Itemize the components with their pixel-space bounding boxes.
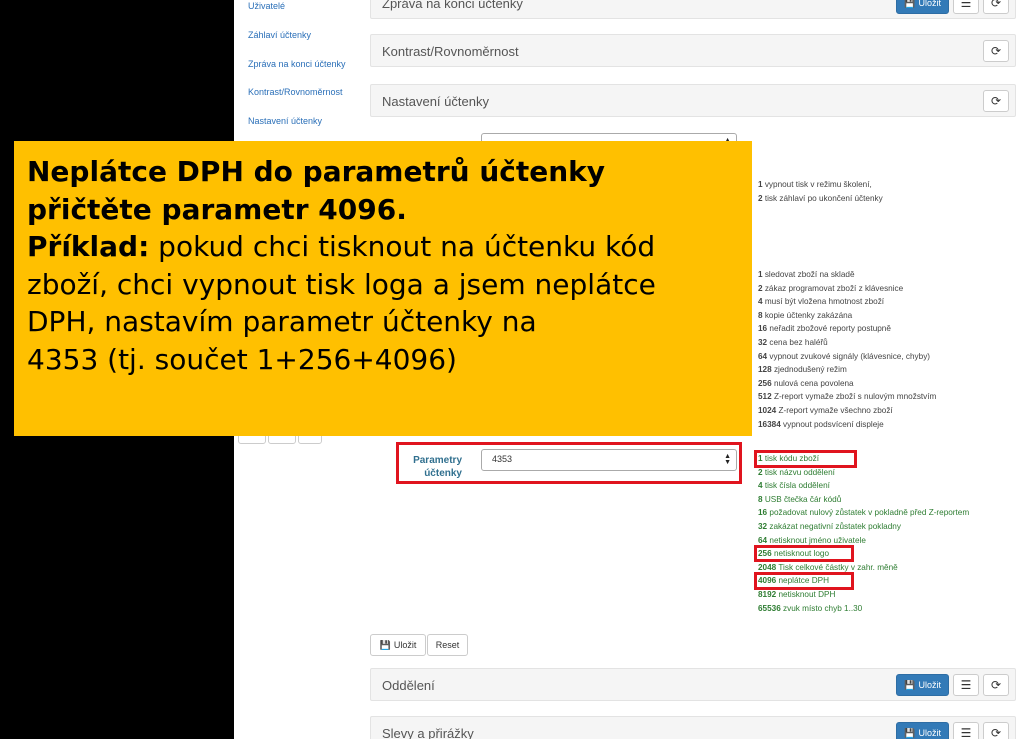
form-save-button[interactable]: 💾 Uložit	[370, 634, 426, 656]
help-item: 256 nulová cena povolena	[758, 378, 854, 388]
option-item: 16 požadovat nulový zůstatek v pokladně …	[758, 508, 970, 518]
list-button[interactable]: ☰	[953, 674, 979, 696]
refresh-button[interactable]: ⟳	[983, 722, 1009, 739]
panel-title: Oddělení	[382, 678, 435, 693]
help-item: 128 zjednodušený režim	[758, 365, 847, 375]
help-item: 1024 Z-report vymaže všechno zboží	[758, 405, 893, 415]
refresh-button[interactable]: ⟳	[983, 40, 1009, 62]
refresh-icon: ⟳	[990, 678, 1002, 692]
floppy-disk-icon: 💾	[904, 679, 916, 690]
panel-title: Nastavení účtenky	[382, 94, 489, 109]
list-button[interactable]: ☰	[953, 722, 979, 739]
save-button[interactable]: 💾 Uložit	[896, 674, 949, 696]
callout-line: DPH, nastavím parametr účtenky na	[27, 305, 537, 338]
sidebar-item-zprava[interactable]: Zpráva na konci účtenky	[248, 59, 346, 69]
floppy-disk-icon: 💾	[904, 727, 916, 738]
option-item: 2 tisk názvu oddělení	[758, 467, 835, 477]
option-item: 256 netisknout logo	[758, 549, 830, 559]
save-button[interactable]: 💾 Uložit	[896, 722, 949, 739]
refresh-icon: ⟳	[990, 94, 1002, 108]
option-item: 4 tisk čísla oddělení	[758, 481, 830, 491]
floppy-disk-icon: 💾	[379, 639, 391, 650]
sidebar-item-kontrast[interactable]: Kontrast/Rovnoměrnost	[248, 87, 343, 97]
sidebar-item-zahlavi[interactable]: Záhlaví účtenky	[248, 30, 311, 40]
help-item: 2 tisk záhlaví po ukončení účtenky	[758, 193, 883, 203]
option-item: 32 zakázat negativní zůstatek pokladny	[758, 521, 901, 531]
option-item: 8192 netisknout DPH	[758, 589, 836, 599]
help-item: 4 musí být vložena hmotnost zboží	[758, 297, 885, 307]
help-list-goods: 1 sledovat zboží na skladě 2 zákaz progr…	[758, 268, 936, 431]
panel-title: Zpráva na konci účtenky	[382, 0, 523, 11]
refresh-button[interactable]: ⟳	[983, 674, 1009, 696]
panel-kontrast: Kontrast/Rovnoměrnost ⟳	[370, 34, 1016, 67]
refresh-button[interactable]: ⟳	[983, 0, 1009, 14]
list-button[interactable]: ☰	[953, 0, 979, 14]
option-item: 2048 Tisk celkové částky v zahr. měně	[758, 562, 898, 572]
instruction-callout: Neplátce DPH do parametrů účtenky přičtě…	[14, 141, 752, 436]
refresh-button[interactable]: ⟳	[983, 90, 1009, 112]
refresh-icon: ⟳	[990, 726, 1002, 739]
receipt-params-options: 1 tisk kódu zboží 2 tisk názvu oddělení …	[758, 452, 969, 615]
list-icon: ☰	[960, 678, 972, 692]
help-item: 32 cena bez haléřů	[758, 337, 828, 347]
panel-nastaveni: Nastavení účtenky ⟳	[370, 84, 1016, 117]
callout-line: 4353 (tj. součet 1+256+4096)	[27, 342, 457, 376]
panel-title: Slevy a přirážky	[382, 726, 474, 739]
help-item: 1 sledovat zboží na skladě	[758, 270, 855, 279]
help-item: 1 vypnout tisk v režimu školení,	[758, 180, 872, 189]
receipt-params-input[interactable]: 4353 ▲ ▼	[481, 449, 737, 471]
option-item: 8 USB čtečka čár kódů	[758, 494, 842, 504]
help-item: 16384 vypnout podsvícení displeje	[758, 419, 884, 429]
sidebar-item-nastaveni[interactable]: Nastavení účtenky	[248, 116, 322, 126]
panel-slevy: Slevy a přirážky 💾 Uložit ☰ ⟳	[370, 716, 1016, 739]
panel-oddeleni: Oddělení 💾 Uložit ☰ ⟳	[370, 668, 1016, 701]
form-reset-button[interactable]: Reset	[427, 634, 468, 656]
receipt-params-label: Parametry účtenky	[413, 455, 462, 479]
callout-line: Příklad: pokud chci tisknout na účtenku …	[27, 230, 656, 263]
panel-zprava: Zpráva na konci účtenky 💾 Uložit ☰ ⟳	[370, 0, 1016, 19]
help-item: 512 Z-report vymaže zboží s nulovým množ…	[758, 392, 937, 402]
list-icon: ☰	[960, 0, 972, 10]
help-item: 8 kopie účtenky zakázána	[758, 310, 853, 320]
help-list-print: 1 vypnout tisk v režimu školení, 2 tisk …	[758, 178, 883, 205]
help-item: 16 neřadit zbožové reporty postupně	[758, 324, 891, 334]
sidebar-item-uzivatele[interactable]: Uživatelé	[248, 1, 285, 11]
callout-line: Neplátce DPH do parametrů účtenky	[27, 155, 606, 188]
spinner-icon: ▲▼	[724, 453, 731, 466]
refresh-icon: ⟳	[990, 0, 1002, 10]
list-icon: ☰	[960, 726, 972, 739]
help-item: 64 vypnout zvukové signály (klávesnice, …	[758, 351, 931, 361]
option-item: 4096 neplátce DPH	[758, 576, 830, 586]
callout-line: přičtěte parametr 4096.	[27, 192, 407, 226]
help-item: 2 zákaz programovat zboží z klávesnice	[758, 283, 904, 293]
option-item: 1 tisk kódu zboží	[758, 454, 819, 463]
save-button[interactable]: 💾 Uložit	[896, 0, 949, 14]
option-item: 65536 zvuk místo chyb 1..30	[758, 603, 863, 613]
option-item: 64 netisknout jméno uživatele	[758, 535, 866, 545]
panel-title: Kontrast/Rovnoměrnost	[382, 44, 519, 59]
refresh-icon: ⟳	[990, 44, 1002, 58]
callout-line: zboží, chci vypnout tisk loga a jsem nep…	[27, 267, 656, 301]
floppy-disk-icon: 💾	[904, 0, 916, 8]
